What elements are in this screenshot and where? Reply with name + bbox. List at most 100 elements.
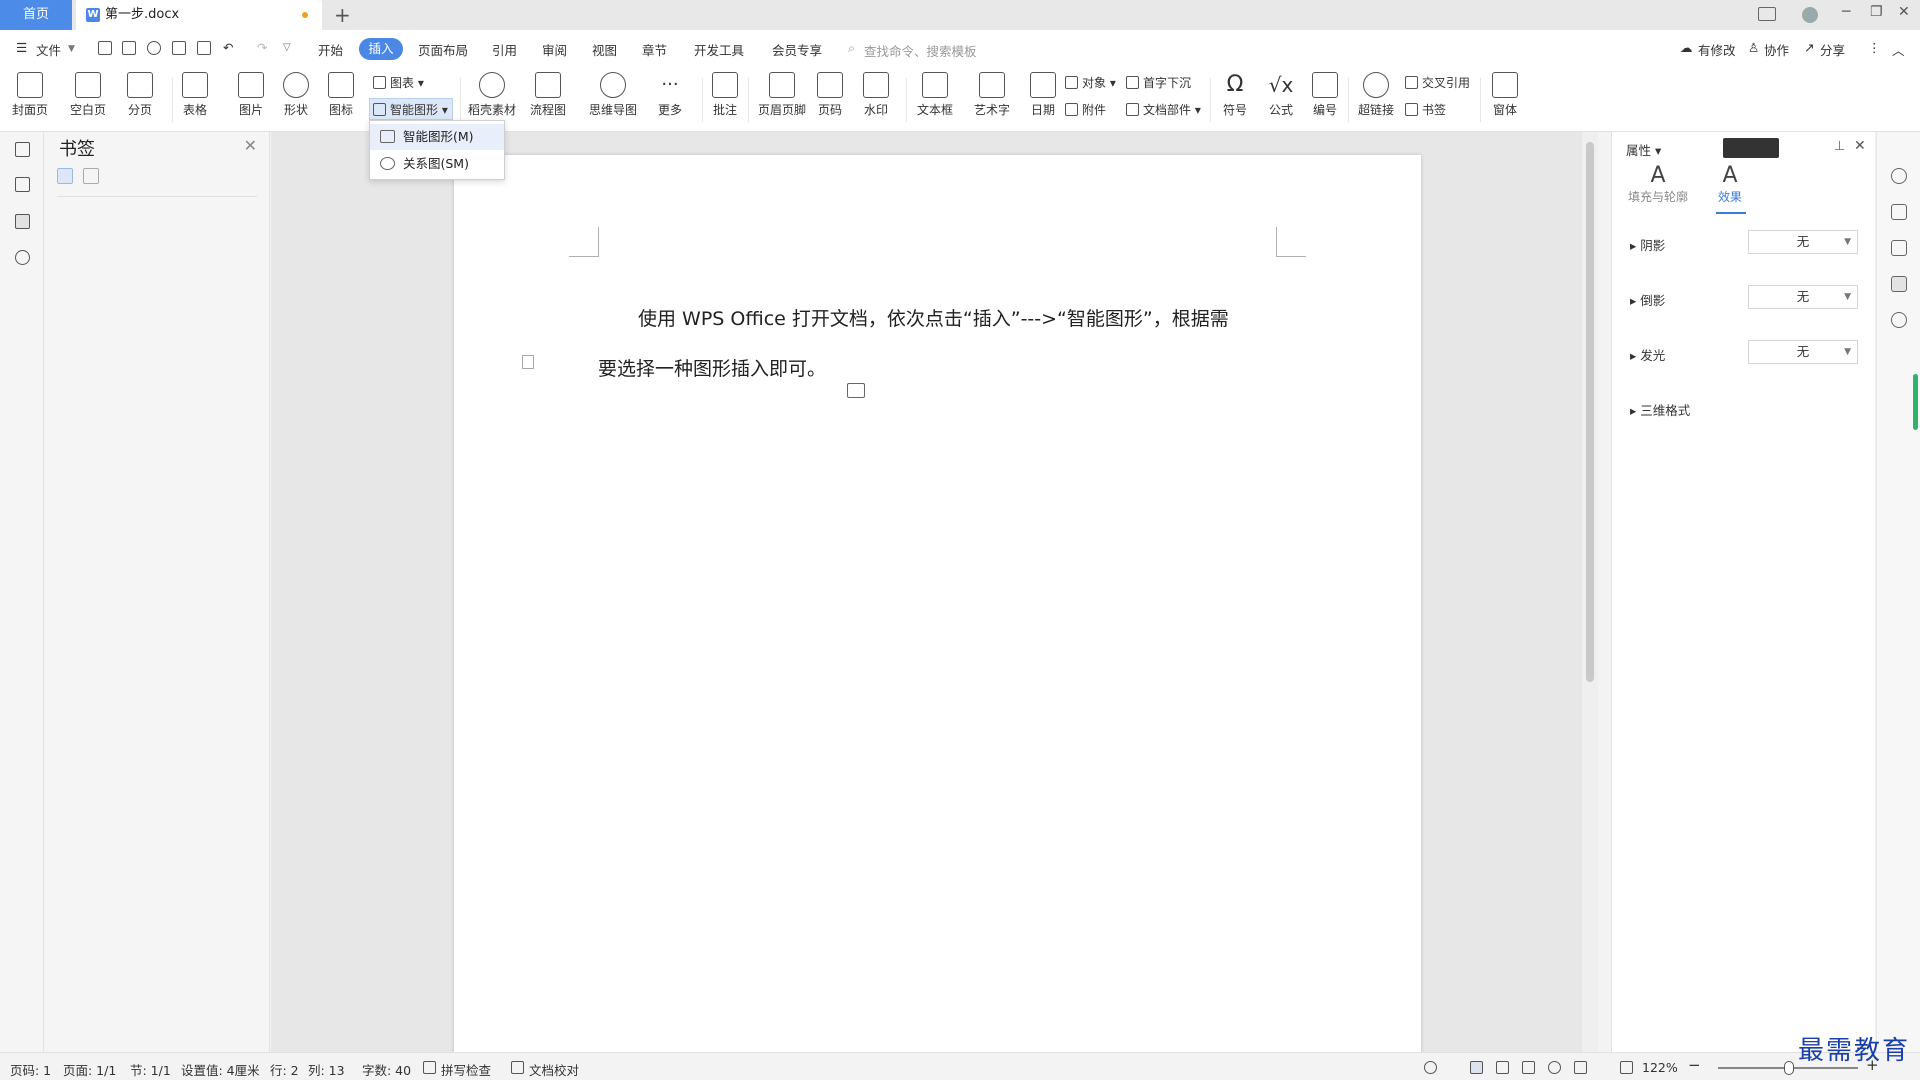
pin-icon[interactable]: ⊥ [1834, 139, 1845, 154]
share-button[interactable]: 分享 [1820, 40, 1845, 59]
docpart-button[interactable]: 文档部件 ▾ [1126, 101, 1201, 118]
sort-by-position-icon[interactable] [83, 168, 99, 184]
numbering-button[interactable]: 编号 [1312, 72, 1338, 118]
properties-toggle-icon[interactable] [1891, 276, 1907, 292]
eye-protect-icon[interactable] [1574, 1061, 1587, 1074]
page-view-icon[interactable] [1470, 1061, 1483, 1074]
header-footer-button[interactable]: 页眉页脚 [758, 72, 806, 118]
tab-document[interactable]: W 第一步.docx [76, 0, 322, 30]
tab-developer[interactable]: 开发工具 [694, 40, 744, 59]
layout-icon[interactable] [1758, 7, 1776, 21]
read-mode-icon[interactable] [1522, 1061, 1535, 1074]
textbox-button[interactable]: 文本框 [917, 72, 953, 118]
date-button[interactable]: 日期 [1030, 72, 1056, 118]
fit-page-icon[interactable] [1620, 1061, 1633, 1074]
glow-select[interactable]: 无 ▼ [1748, 340, 1858, 364]
tab-chapter[interactable]: 章节 [642, 40, 667, 59]
more-button[interactable]: ··· 更多 [657, 72, 683, 118]
help-icon[interactable] [1891, 312, 1907, 328]
scrollbar-thumb[interactable] [1586, 142, 1594, 682]
more-icon[interactable]: ⋮ [1868, 40, 1881, 55]
collapse-ribbon-icon[interactable]: ︿ [1892, 40, 1905, 59]
picture-button[interactable]: 图片 [238, 72, 264, 118]
folder-icon[interactable] [15, 177, 30, 192]
formula-button[interactable]: √x 公式 [1268, 72, 1294, 118]
pen-icon[interactable] [1891, 204, 1907, 220]
mindmap-button[interactable]: 思维导图 [589, 72, 637, 118]
print-icon[interactable] [172, 41, 186, 55]
page-break-button[interactable]: 分页 [127, 72, 153, 118]
close-icon[interactable]: ✕ [244, 136, 257, 155]
tab-review[interactable]: 审阅 [542, 40, 567, 59]
3d-format-row[interactable]: ▸ 三维格式 [1630, 400, 1690, 419]
form-button[interactable]: 窗体 [1492, 72, 1518, 118]
zoom-level[interactable]: 122% [1642, 1060, 1678, 1075]
menu-item-smartart[interactable]: 智能图形(M) [370, 124, 504, 150]
undo-icon[interactable]: ↶ [223, 40, 233, 55]
redo-icon[interactable]: ↷ [257, 40, 267, 55]
shape-button[interactable]: 形状 [283, 72, 309, 118]
new-doc-icon[interactable] [98, 41, 112, 55]
minimize-button[interactable]: ─ [1842, 4, 1850, 20]
table-button[interactable]: 表格 [182, 72, 208, 118]
search-nav-icon[interactable] [15, 250, 30, 265]
search-icon[interactable]: ⌕ [848, 40, 855, 56]
document-page[interactable]: 使用 WPS Office 打开文档，依次点击“插入”--->“智能图形”，根据… [454, 155, 1421, 1055]
paragraph-handle-icon[interactable] [522, 355, 534, 369]
print-preview-icon[interactable] [197, 41, 211, 55]
hyperlink-button[interactable]: 超链接 [1358, 72, 1394, 118]
comment-button[interactable]: 批注 [712, 72, 738, 118]
flowchart-button[interactable]: 流程图 [530, 72, 566, 118]
customize-icon[interactable]: ▽ [283, 42, 291, 53]
glow-row[interactable]: ▸ 发光 [1630, 345, 1665, 364]
smartart-button[interactable]: 智能图形 ▾ [373, 101, 448, 118]
attachment-button[interactable]: 附件 [1065, 101, 1106, 118]
tab-start[interactable]: 开始 [318, 40, 343, 59]
file-menu[interactable]: 文件 [36, 40, 61, 59]
tab-page-layout[interactable]: 页面布局 [418, 40, 468, 59]
bookmark-insert-button[interactable]: 书签 [1405, 101, 1446, 118]
blank-page-button[interactable]: 空白页 [70, 72, 106, 118]
spellcheck-toggle[interactable]: 拼写检查 [441, 1060, 491, 1079]
tab-view[interactable]: 视图 [592, 40, 617, 59]
watermark-button[interactable]: 水印 [863, 72, 889, 118]
dropcap-button[interactable]: 首字下沉 [1126, 74, 1191, 91]
new-tab-button[interactable]: + [334, 3, 351, 27]
chart-button[interactable]: 图表 ▾ [373, 74, 424, 91]
page-number-button[interactable]: 页码 [817, 72, 843, 118]
chevron-down-icon[interactable]: ▼ [68, 44, 75, 54]
symbol-button[interactable]: Ω 符号 [1222, 72, 1248, 118]
outline-view-icon[interactable] [1496, 1061, 1509, 1074]
document-proof-button[interactable]: 文档校对 [529, 1060, 579, 1079]
checkbox-icon[interactable] [511, 1061, 524, 1074]
icon-library-button[interactable]: 图标 [328, 72, 354, 118]
tab-fill-outline[interactable]: A 填充与轮廓 [1628, 164, 1688, 205]
shadow-select[interactable]: 无 ▼ [1748, 230, 1858, 254]
restore-button[interactable]: ❐ [1870, 4, 1883, 20]
outline-icon[interactable] [15, 142, 30, 157]
hamburger-icon[interactable]: ☰ [16, 40, 27, 55]
properties-header[interactable]: 属性 ▾ [1626, 140, 1661, 159]
docer-assets-button[interactable]: 稻壳素材 [468, 72, 516, 118]
tab-references[interactable]: 引用 [492, 40, 517, 59]
sort-by-name-icon[interactable] [57, 168, 73, 184]
menu-item-relationship[interactable]: 关系图(SM) [370, 151, 504, 177]
status-word-count[interactable]: 字数: 40 [362, 1060, 411, 1079]
zoom-out-icon[interactable]: − [1688, 1056, 1701, 1074]
cover-page-button[interactable]: 封面页 [12, 72, 48, 118]
cursor-icon[interactable] [1891, 240, 1907, 256]
shadow-row[interactable]: ▸ 阴影 [1630, 235, 1665, 254]
reflection-row[interactable]: ▸ 倒影 [1630, 290, 1665, 309]
status-page[interactable]: 页码: 1 [10, 1060, 51, 1079]
tab-effects[interactable]: A 效果 [1718, 164, 1742, 205]
collaborate-button[interactable]: 协作 [1764, 40, 1789, 59]
command-search-input[interactable]: 查找命令、搜索模板 [864, 41, 977, 60]
crossref-button[interactable]: 交叉引用 [1405, 74, 1470, 91]
web-view-icon[interactable] [1548, 1061, 1561, 1074]
close-panel-icon[interactable]: ✕ [1854, 138, 1866, 154]
vertical-scrollbar[interactable] [1582, 132, 1598, 1052]
eye-icon[interactable] [1424, 1061, 1437, 1074]
tab-member[interactable]: 会员专享 [772, 40, 822, 59]
export-icon[interactable] [147, 41, 161, 55]
rocket-icon[interactable] [1891, 168, 1907, 184]
